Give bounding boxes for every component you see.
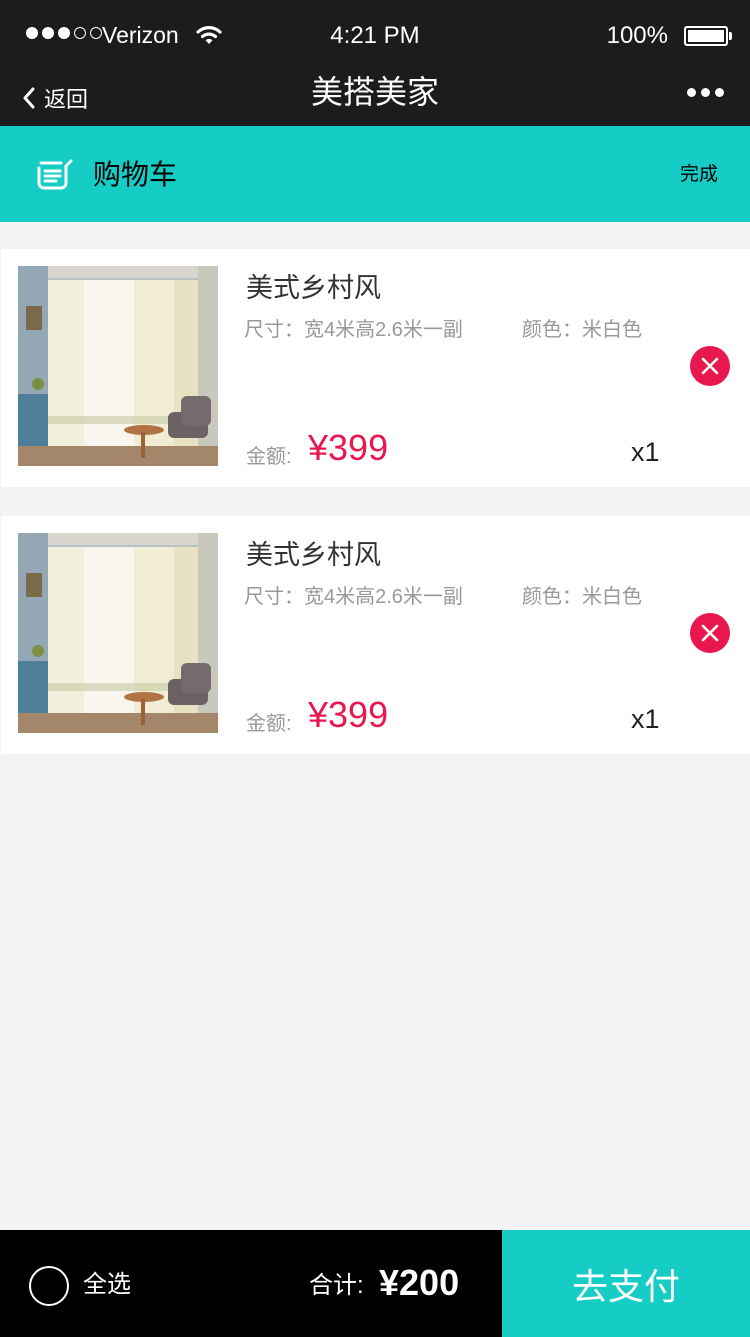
product-image bbox=[18, 266, 218, 466]
price-label: 金额: bbox=[246, 446, 292, 468]
cart-title: 购物车 bbox=[93, 159, 178, 190]
more-dots-icon[interactable] bbox=[687, 80, 724, 104]
delete-circle-icon bbox=[701, 357, 719, 375]
battery-icon bbox=[684, 26, 728, 46]
item-name: 美式乡村风 bbox=[246, 540, 381, 570]
battery-percentage: 100% bbox=[606, 22, 668, 49]
cart-item: 美式乡村风 尺寸：宽4米高2.6米一副 颜色：米白色 金额: ¥399 x1 bbox=[1, 249, 750, 487]
total-amount: ¥200 bbox=[379, 1262, 460, 1303]
delete-button[interactable] bbox=[690, 346, 730, 386]
battery-cap bbox=[729, 32, 732, 40]
cart-item: 美式乡村风 尺寸：宽4米高2.6米一副 颜色：米白色 金额: ¥399 x1 bbox=[1, 516, 750, 754]
item-quantity: x1 bbox=[631, 437, 660, 467]
pay-button[interactable]: 去支付 bbox=[502, 1230, 750, 1337]
back-button[interactable]: 返回 bbox=[22, 78, 88, 118]
back-chevron-icon bbox=[23, 87, 35, 109]
item-color: 颜色：米白色 bbox=[522, 319, 642, 341]
select-all-label[interactable]: 全选 bbox=[83, 1270, 131, 1300]
item-quantity: x1 bbox=[631, 704, 660, 734]
total-label: 合计: bbox=[309, 1272, 364, 1299]
navigation-bar: 返回 美搭美家 bbox=[0, 72, 750, 126]
back-label: 返回 bbox=[44, 87, 89, 112]
delete-circle-icon bbox=[701, 624, 719, 642]
item-price: ¥399 bbox=[308, 427, 389, 468]
product-image bbox=[18, 533, 218, 733]
item-size: 尺寸：宽4米高2.6米一副 bbox=[244, 586, 463, 608]
status-bar: Verizon 4:21 PM 100% bbox=[0, 0, 750, 72]
item-name: 美式乡村风 bbox=[246, 273, 381, 303]
price-label: 金额: bbox=[246, 713, 292, 735]
select-all-checkbox[interactable] bbox=[29, 1266, 69, 1306]
delete-button[interactable] bbox=[690, 613, 730, 653]
page-title: 美搭美家 bbox=[310, 74, 439, 110]
item-price: ¥399 bbox=[308, 694, 389, 735]
cart-list-icon bbox=[37, 159, 73, 190]
item-color: 颜色：米白色 bbox=[522, 586, 642, 608]
item-size: 尺寸：宽4米高2.6米一副 bbox=[244, 319, 463, 341]
done-button[interactable]: 完成 bbox=[680, 162, 718, 188]
